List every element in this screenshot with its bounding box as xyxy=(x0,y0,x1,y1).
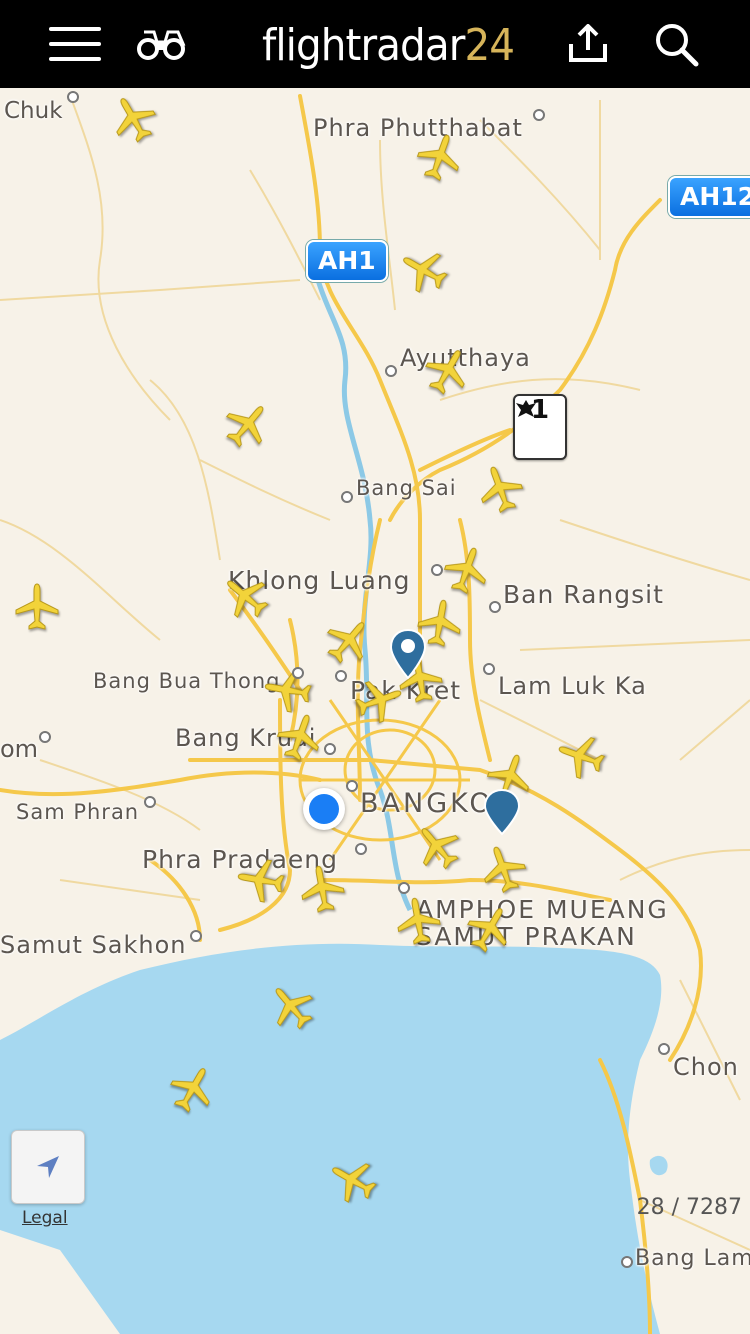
share-icon xyxy=(569,24,607,62)
search-button[interactable] xyxy=(646,0,706,88)
map-view[interactable]: Chuk Phra Phutthabat Ayutthaya Bang Sai … xyxy=(0,88,750,1334)
menu-button[interactable] xyxy=(40,0,110,88)
menu-icon xyxy=(49,27,101,61)
share-button[interactable] xyxy=(560,0,616,88)
location-arrow-icon xyxy=(37,1156,59,1178)
app-logo: flightradar24 xyxy=(262,20,515,71)
binoculars-icon xyxy=(137,30,186,60)
legal-link[interactable]: Legal xyxy=(22,1208,68,1228)
place-dots xyxy=(39,91,670,1268)
aircraft-counter: 28 / 7287 xyxy=(636,1195,742,1220)
binoculars-button[interactable] xyxy=(130,0,192,88)
search-icon xyxy=(656,24,699,67)
top-bar: flightradar24 xyxy=(0,0,750,88)
locate-me-button[interactable] xyxy=(11,1130,85,1204)
